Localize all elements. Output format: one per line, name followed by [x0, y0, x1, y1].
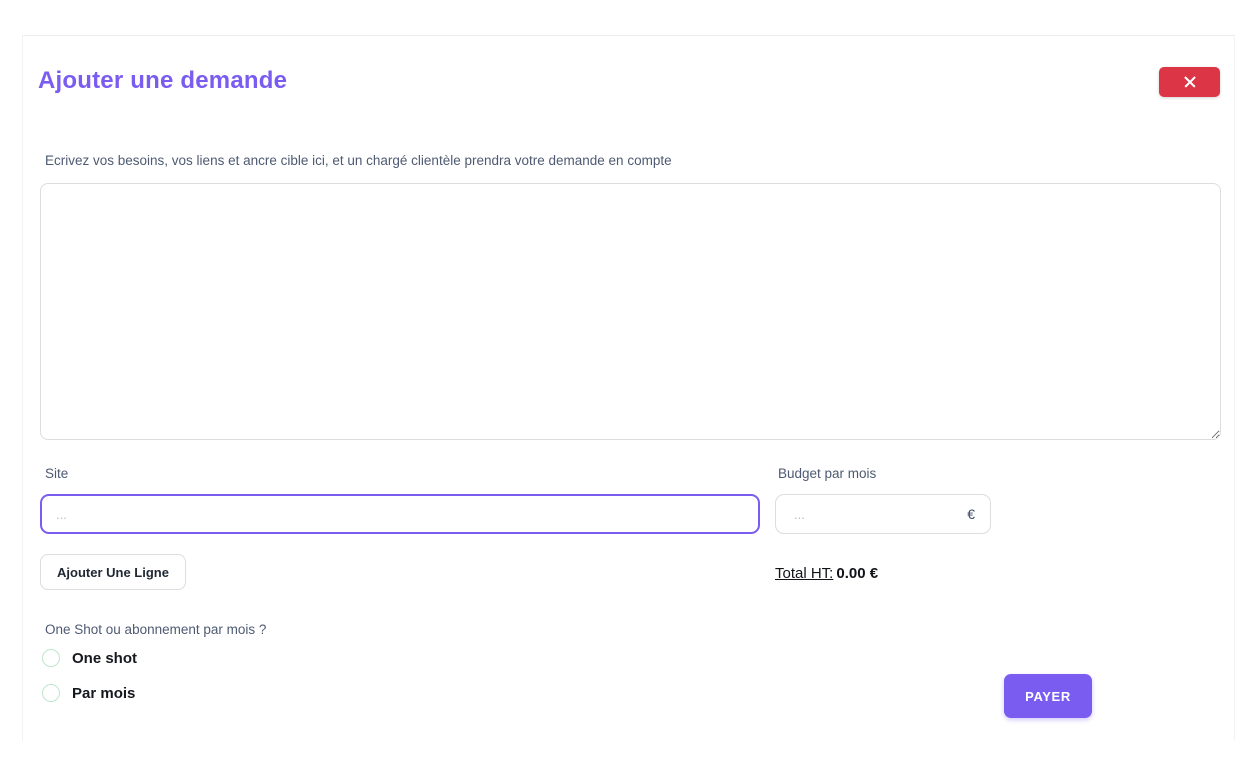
- radio-circle-icon[interactable]: [42, 649, 60, 667]
- helper-text: Ecrivez vos besoins, vos liens et ancre …: [45, 153, 672, 168]
- budget-field-wrapper: €: [775, 494, 991, 534]
- needs-textarea[interactable]: [40, 183, 1221, 440]
- site-input[interactable]: [40, 494, 760, 534]
- pay-button[interactable]: PAYER: [1004, 674, 1092, 718]
- radio-circle-icon[interactable]: [42, 684, 60, 702]
- subscription-question: One Shot ou abonnement par mois ?: [45, 622, 267, 637]
- add-request-modal: Ajouter une demande Ecrivez vos besoins,…: [22, 35, 1235, 741]
- close-x-icon: [1183, 75, 1197, 89]
- page-root: Ajouter une demande Ecrivez vos besoins,…: [0, 0, 1256, 780]
- page-title: Ajouter une demande: [38, 67, 288, 94]
- radio-label-one-shot: One shot: [72, 649, 138, 667]
- radio-option-one-shot[interactable]: One shot: [42, 649, 137, 667]
- budget-input[interactable]: [775, 494, 991, 534]
- site-label: Site: [45, 466, 69, 481]
- radio-label-par-mois: Par mois: [72, 684, 136, 702]
- total-ht-row: Total HT: 0.00 €: [775, 565, 878, 582]
- close-button[interactable]: [1159, 67, 1220, 97]
- add-line-button[interactable]: Ajouter Une Ligne: [40, 554, 186, 590]
- budget-label: Budget par mois: [778, 466, 877, 481]
- total-ht-label: Total HT:: [775, 565, 834, 582]
- radio-option-par-mois[interactable]: Par mois: [42, 684, 135, 702]
- total-ht-value: 0.00 €: [836, 565, 879, 582]
